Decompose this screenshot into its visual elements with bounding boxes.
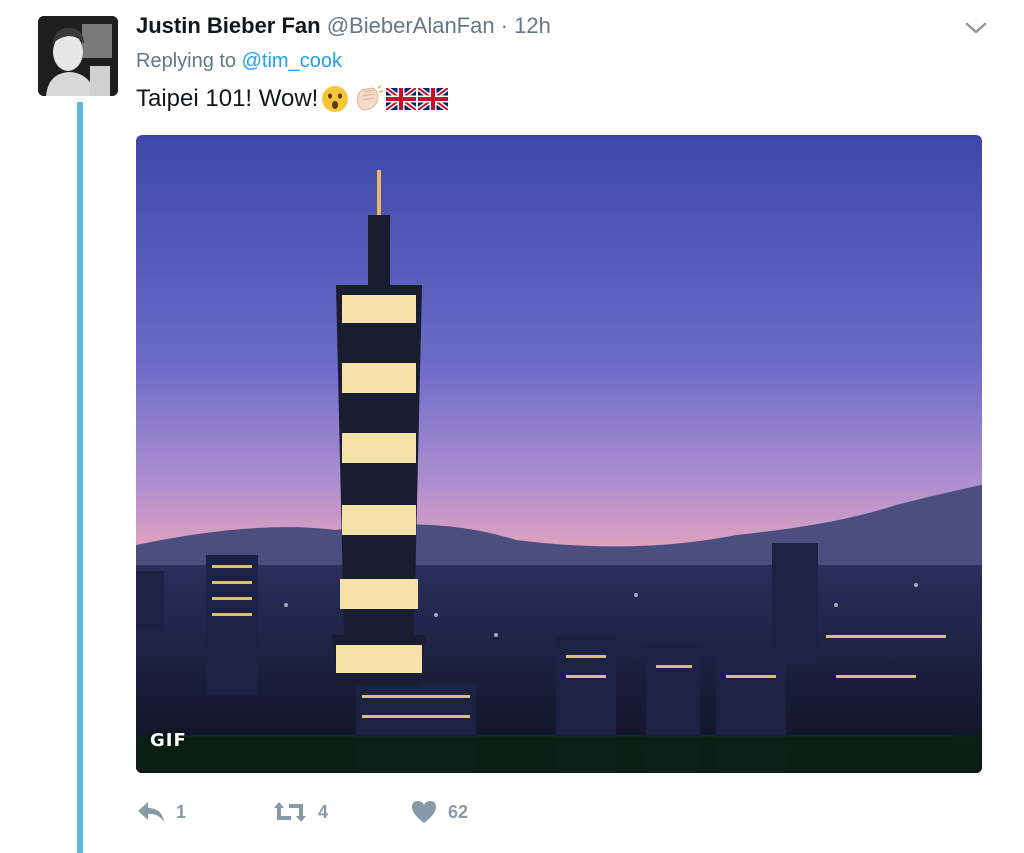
taipei-skyline-image [136, 135, 982, 773]
reply-button[interactable]: 1 [136, 796, 186, 828]
replying-to: Replying to @tim_cook [136, 50, 342, 73]
astonished-face-icon [322, 86, 349, 112]
thread-connector-line [77, 102, 83, 853]
uk-flag-icon [386, 88, 417, 110]
gif-badge: GIF [150, 730, 187, 751]
clapping-hands-icon [357, 85, 384, 111]
retweet-button[interactable]: 4 [272, 796, 328, 828]
avatar-image [38, 16, 118, 96]
chevron-down-icon[interactable] [962, 16, 990, 40]
retweet-count: 4 [318, 801, 329, 822]
gif-media[interactable] [136, 135, 982, 773]
retweet-icon [274, 802, 306, 822]
reply-prefix: Replying to [136, 50, 242, 72]
heart-icon [412, 801, 436, 823]
reply-icon [138, 802, 164, 822]
avatar[interactable] [38, 16, 118, 96]
tweet-text: Taipei 101! Wow! [136, 84, 449, 114]
display-name[interactable]: Justin Bieber Fan [136, 13, 321, 38]
uk-flag-icon [418, 88, 449, 110]
user-handle[interactable]: @BieberAlanFan [327, 13, 495, 38]
like-count: 62 [448, 801, 469, 822]
like-button[interactable]: 62 [410, 796, 468, 828]
tweet-text-content: Taipei 101! Wow! [136, 85, 319, 112]
reply-to-link[interactable]: @tim_cook [242, 50, 342, 72]
tweet-header: Justin Bieber Fan @BieberAlanFan · 12h [136, 12, 551, 40]
reply-count: 1 [176, 801, 187, 822]
separator-dot: · [500, 13, 509, 38]
timestamp[interactable]: 12h [514, 13, 551, 38]
